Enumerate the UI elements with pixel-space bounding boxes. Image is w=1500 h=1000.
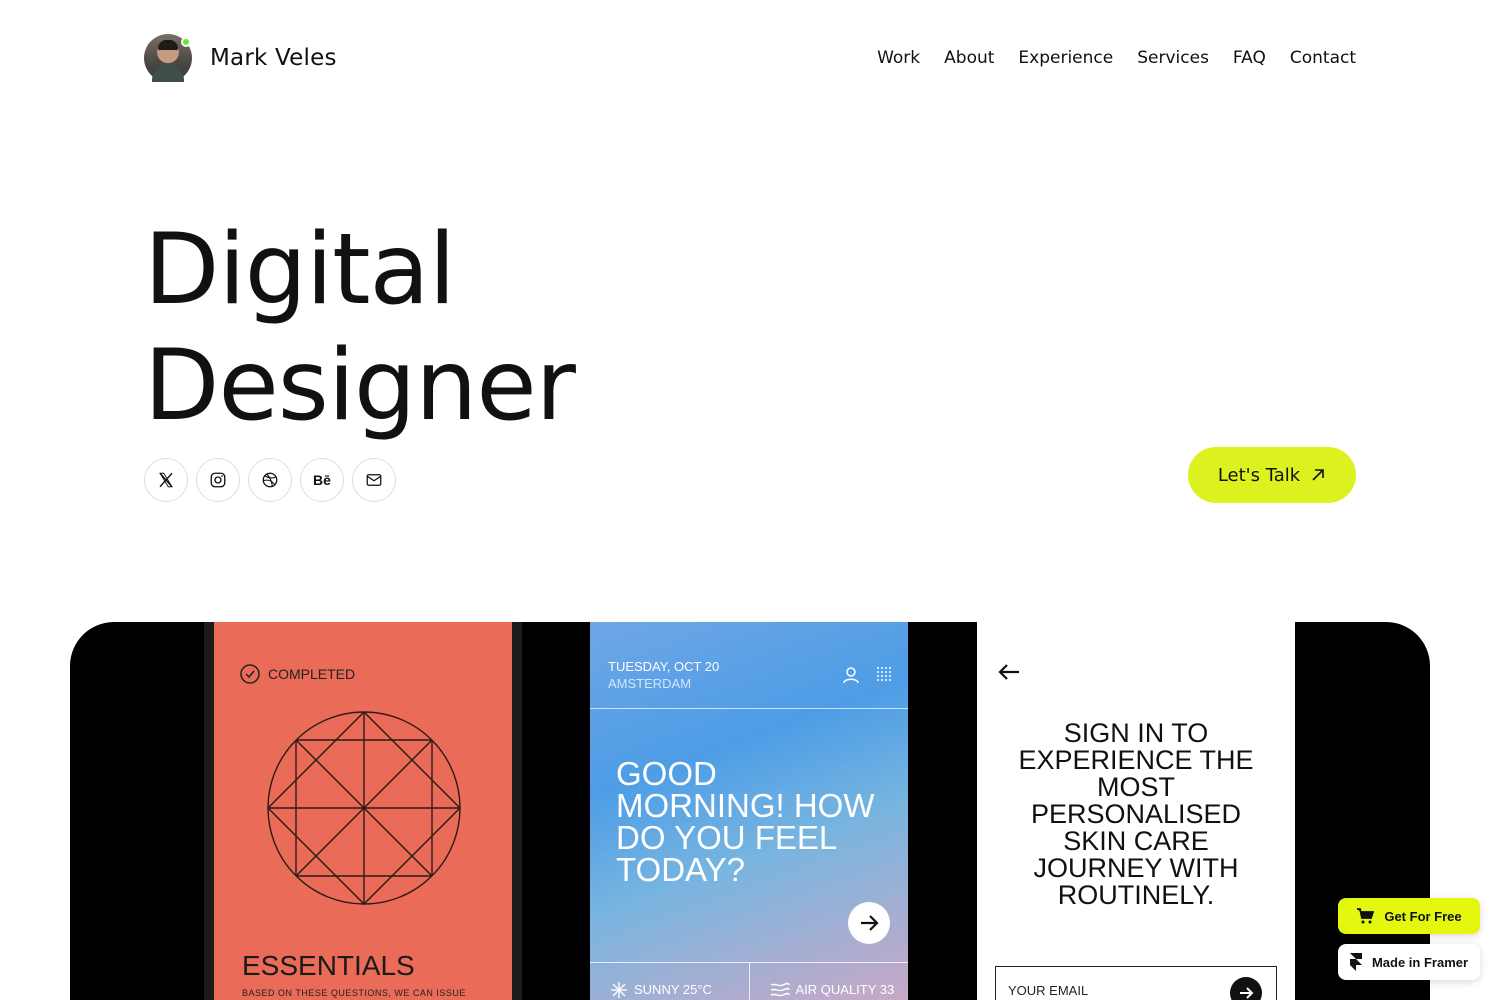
city-label: AMSTERDAM <box>608 676 692 691</box>
lets-talk-label: Let's Talk <box>1217 464 1301 486</box>
behance-link-button[interactable]: Bē <box>300 458 344 502</box>
wind-icon <box>770 982 790 996</box>
x-link-button[interactable] <box>144 458 188 502</box>
hero-title-line1: Digital <box>144 213 456 327</box>
made-in-framer-badge[interactable]: Made in Framer <box>1338 944 1480 980</box>
greeting-text: GOOD MORNING! HOW DO YOU FEEL TODAY? <box>616 755 875 888</box>
back-arrow-icon[interactable] <box>997 662 1021 682</box>
get-for-free-label: Get For Free <box>1384 908 1462 924</box>
card-subtitle: BASED ON THESE QUESTIONS, WE CAN ISSUE <box>242 988 466 998</box>
arrow-right-icon <box>861 915 879 931</box>
nav-about[interactable]: About <box>944 48 994 68</box>
site-header: Mark Veles Work About Experience Service… <box>144 34 1356 82</box>
x-icon <box>159 472 173 488</box>
top-icons <box>842 666 892 684</box>
dribbble-link-button[interactable] <box>248 458 292 502</box>
submit-email-button[interactable] <box>1230 977 1262 1000</box>
nav-services[interactable]: Services <box>1137 48 1209 68</box>
project-card-routinely[interactable]: SIGN IN TO EXPERIENCE THE MOST PERSONALI… <box>977 622 1295 1000</box>
made-in-framer-label: Made in Framer <box>1371 954 1469 970</box>
weather-label: SUNNY 25°C <box>634 982 712 997</box>
hero-title-line2: Designer <box>144 329 576 443</box>
geometric-globe-illustration <box>267 711 461 905</box>
date-label: TUESDAY, OCT 20 <box>608 659 720 674</box>
main-nav: Work About Experience Services FAQ Conta… <box>877 48 1356 68</box>
dribbble-icon <box>262 472 278 488</box>
behance-icon: Bē <box>313 472 331 488</box>
grid-icon <box>877 667 891 681</box>
air-quality-label: AIR QUALITY 33 <box>795 982 895 997</box>
card-title: ESSENTIALS <box>242 950 415 981</box>
hero-title: Digital Designer <box>144 212 576 444</box>
instagram-icon <box>210 472 226 488</box>
arrow-up-right-icon <box>1312 469 1324 481</box>
nav-experience[interactable]: Experience <box>1018 48 1113 68</box>
nav-contact[interactable]: Contact <box>1290 48 1356 68</box>
brand[interactable]: Mark Veles <box>144 34 337 82</box>
email-field[interactable]: YOUR EMAIL <box>995 966 1277 1000</box>
next-button[interactable] <box>848 902 890 944</box>
social-links: Bē <box>144 458 396 502</box>
online-status-dot <box>181 37 191 47</box>
email-placeholder: YOUR EMAIL <box>1008 983 1089 998</box>
weather-bar: SUNNY 25°C AIR QUALITY 33 <box>590 962 908 1000</box>
brand-name[interactable]: Mark Veles <box>210 45 337 71</box>
avatar <box>144 34 192 82</box>
signin-headline: SIGN IN TO EXPERIENCE THE MOST PERSONALI… <box>1018 718 1254 910</box>
project-card-essentials[interactable]: COMPLETED ESSENTIALS BASED ON THESE QUES… <box>204 622 522 1000</box>
sun-icon <box>611 981 627 998</box>
air-cell: AIR QUALITY 33 <box>748 963 909 1000</box>
completed-label: COMPLETED <box>268 666 356 682</box>
framer-logo-icon <box>1349 953 1362 971</box>
get-for-free-badge[interactable]: Get For Free <box>1338 898 1480 934</box>
check-circle-icon <box>240 664 260 684</box>
mail-icon <box>366 474 382 486</box>
project-showcase[interactable]: COMPLETED ESSENTIALS BASED ON THESE QUES… <box>70 622 1430 1000</box>
arrow-right-icon <box>1240 987 1254 999</box>
lets-talk-button[interactable]: Let's Talk <box>1188 447 1356 503</box>
completed-status: COMPLETED <box>240 664 355 684</box>
instagram-link-button[interactable] <box>196 458 240 502</box>
user-icon <box>843 667 859 684</box>
date-block: TUESDAY, OCT 20 AMSTERDAM <box>608 658 719 692</box>
cart-icon <box>1357 908 1375 924</box>
email-link-button[interactable] <box>352 458 396 502</box>
project-card-morning[interactable]: TUESDAY, OCT 20 AMSTERDAM GOOD MORNING! … <box>590 622 908 1000</box>
nav-work[interactable]: Work <box>877 48 920 68</box>
weather-cell: SUNNY 25°C <box>590 963 749 1000</box>
nav-faq[interactable]: FAQ <box>1233 48 1266 68</box>
